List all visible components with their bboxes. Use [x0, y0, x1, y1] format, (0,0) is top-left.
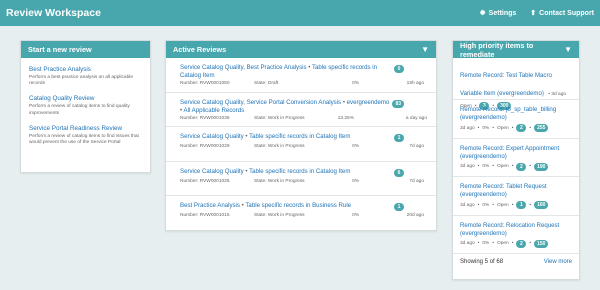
priority-item-title[interactable]: Remote Record: Expert Appointment (everg… [460, 145, 572, 161]
review-number: Number: RVW0001036 [180, 115, 230, 121]
count-badge: 0 [394, 65, 404, 73]
review-progress: 0% [352, 178, 359, 184]
review-state: State: Work in Progress [254, 115, 305, 121]
review-title[interactable]: Service Catalog Quality, Best Practice A… [180, 64, 390, 80]
review-title[interactable]: Service Catalog Quality • Table specific… [180, 168, 390, 176]
review-option-desc: Perform a review of catalog items to fin… [29, 133, 139, 146]
count-badge: 2 [516, 162, 527, 171]
count-badge: 2 [516, 124, 527, 132]
review-date: 20d ago [406, 213, 424, 218]
count-badge: 255 [534, 124, 549, 132]
priority-footer: Showing 5 of 68 View more [453, 254, 579, 270]
review-state: State: Work in Progress [254, 144, 305, 149]
review-number: Number: RVW0001015 [180, 213, 230, 218]
active-reviews-panel: Active Reviews ▼ Service Catalog Quality,… [165, 40, 437, 231]
priority-item-title[interactable]: Remote Record: jb_sp_table_billing (ever… [460, 106, 572, 122]
review-state: State: Work in Progress [254, 178, 305, 184]
count-badge: 1 [394, 203, 404, 211]
panel-header: High priority items to remediate ▼ [453, 41, 579, 59]
high-priority-panel: High priority items to remediate ▼ Remote… [452, 40, 580, 280]
count-badge: 190 [534, 162, 549, 171]
count-badge: 2 [516, 239, 527, 248]
count-badge: 6 [394, 168, 404, 177]
count-badge: 150 [534, 239, 549, 248]
review-progress: 13.25% [337, 115, 354, 121]
priority-item[interactable]: Remote Record: Tablet Request (evergreen… [453, 177, 579, 216]
review-number: Number: RVW0001050 [180, 81, 230, 86]
review-date: 15h ago [406, 81, 424, 86]
settings-link[interactable]: ✹ Settings [480, 10, 517, 17]
review-title[interactable]: Best Practice Analysis • Table specific … [180, 202, 390, 210]
support-icon: ⬆ [530, 9, 537, 17]
review-title[interactable]: Service Catalog Quality • Table specific… [180, 133, 390, 141]
filter-icon[interactable]: ▼ [564, 45, 572, 54]
panel-header: Active Reviews ▼ [166, 41, 436, 58]
review-option-desc: Perform a review of catalog items to fin… [29, 104, 130, 116]
review-number: Number: RVW0001025 [180, 178, 230, 184]
count-badge: 83 [392, 99, 404, 108]
showing-count: Showing 5 of 68 [460, 259, 504, 265]
view-more-link[interactable]: View more [544, 259, 572, 265]
review-option-title[interactable]: Best Practice Analysis [29, 66, 142, 73]
priority-item[interactable]: Remote Record: Expert Appointment (everg… [453, 139, 579, 177]
count-badge: 1 [516, 201, 527, 209]
review-row[interactable]: Best Practice Analysis • Table specific … [166, 196, 436, 231]
review-date: a day ago [405, 115, 427, 121]
review-option[interactable]: Catalog Quality Review Perform a review … [21, 87, 150, 116]
review-option[interactable]: Best Practice Analysis Perform a best pr… [21, 58, 150, 87]
review-title[interactable]: Service Catalog Quality, Service Portal … [180, 99, 390, 115]
top-bar: Review Workspace ✹ Settings ⬆ Contact Supp… [0, 0, 600, 26]
review-date: 7d ago [409, 144, 424, 149]
panel-header: Start a new review [21, 41, 150, 58]
review-state: State: Work in Progress [254, 213, 305, 218]
review-row[interactable]: Service Catalog Quality • Table specific… [166, 162, 436, 196]
review-option-title[interactable]: Catalog Quality Review [29, 95, 142, 102]
priority-item-title[interactable]: Remote Record: Relocation Request (everg… [460, 222, 572, 238]
review-option[interactable]: Service Portal Readiness Review Perform … [21, 117, 150, 146]
contact-support-link[interactable]: ⬆ Contact Support [530, 10, 594, 17]
review-date: 7d ago [409, 178, 424, 184]
review-row[interactable]: Service Catalog Quality • Table specific… [166, 127, 436, 162]
review-state: State: Draft [254, 81, 279, 86]
review-progress: 0% [352, 144, 359, 149]
review-option-title[interactable]: Service Portal Readiness Review [29, 125, 142, 132]
count-badge: 160 [534, 201, 549, 209]
priority-item[interactable]: Remote Record: Test Table Macro Variable… [453, 58, 579, 110]
priority-item-title[interactable]: Remote Record: Test Table Macro Variable… [460, 72, 552, 97]
priority-item[interactable]: Remote Record: Relocation Request (everg… [453, 216, 579, 254]
review-option-desc: Perform a best practice analysis on all … [29, 75, 133, 87]
gear-icon: ✹ [479, 9, 486, 17]
start-review-panel: Start a new review Best Practice Analysi… [20, 40, 151, 173]
review-number: Number: RVW0001029 [180, 144, 230, 149]
review-progress: 0% [352, 81, 359, 86]
count-badge: 1 [394, 134, 404, 142]
review-row[interactable]: Service Catalog Quality, Best Practice A… [166, 58, 436, 93]
page-title: Review Workspace [6, 7, 101, 19]
filter-icon[interactable]: ▼ [421, 45, 429, 54]
priority-item[interactable]: Remote Record: jb_sp_table_billing (ever… [453, 100, 579, 139]
review-row[interactable]: Service Catalog Quality, Service Portal … [166, 93, 436, 127]
priority-item-title[interactable]: Remote Record: Tablet Request (evergreen… [460, 183, 572, 199]
review-progress: 0% [352, 213, 359, 218]
